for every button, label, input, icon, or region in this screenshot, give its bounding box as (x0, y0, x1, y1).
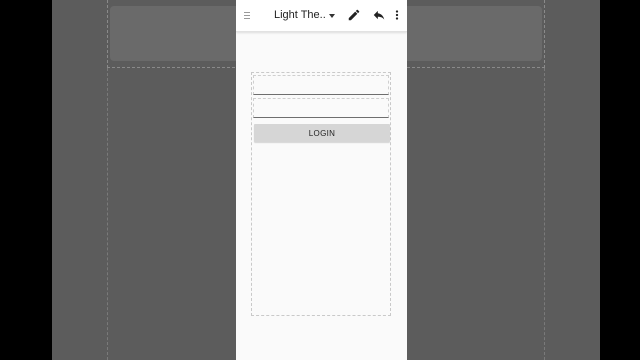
left-letterbox (0, 0, 52, 360)
theme-dropdown-label: Light The.. (274, 9, 326, 21)
chevron-down-icon (329, 14, 335, 18)
username-field[interactable] (253, 75, 389, 95)
theme-dropdown[interactable]: Light The.. (272, 8, 340, 24)
more-vertical-icon[interactable] (393, 8, 401, 22)
password-field[interactable] (253, 98, 389, 118)
pencil-icon[interactable] (347, 8, 361, 22)
login-button[interactable]: LOGIN (254, 124, 390, 142)
top-toolbar: Light The.. (236, 0, 407, 32)
undo-icon[interactable] (372, 8, 386, 22)
menu-icon[interactable] (244, 12, 250, 19)
right-letterbox (600, 0, 640, 360)
app-screen: Light The.. LOGIN (236, 0, 407, 360)
